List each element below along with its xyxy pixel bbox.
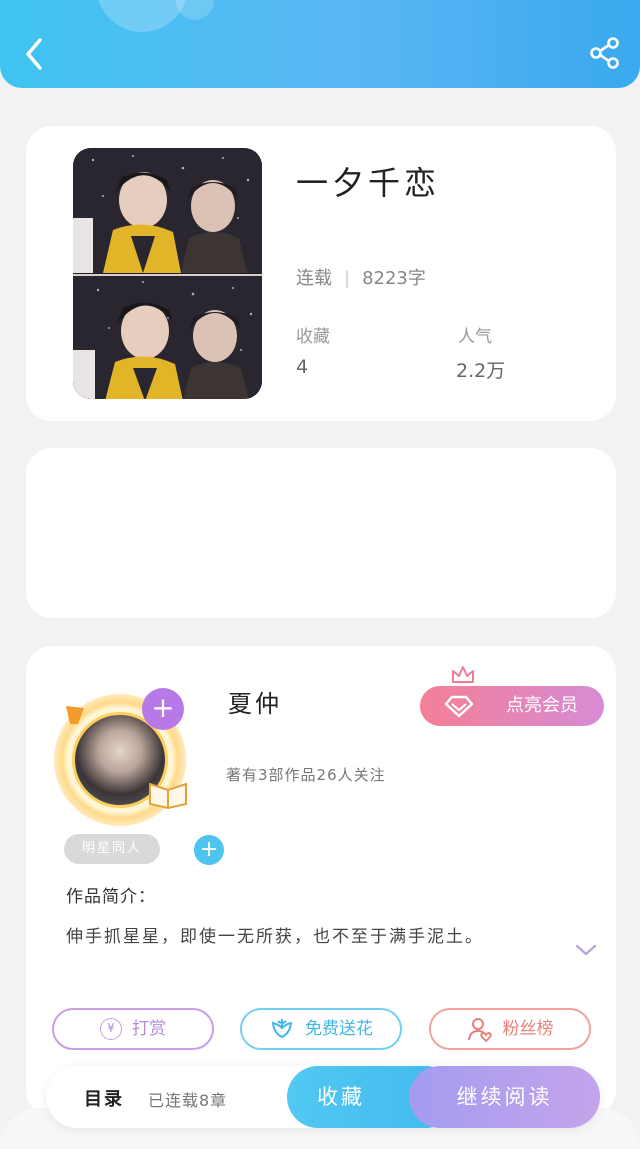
share-button[interactable] [588, 36, 622, 70]
fans-ranking-label: 粉丝榜 [502, 1019, 554, 1039]
author-card: + 夏仲 著有3部作品26人关注 点亮会员 明星同人 + 作品简介： 伸手抓星星… [26, 646, 616, 1116]
send-flower-button[interactable]: 免费送花 [240, 1008, 402, 1050]
yen-icon: ¥ [100, 1018, 122, 1040]
follow-author-button[interactable]: + [142, 688, 184, 730]
decor-bubble [176, 0, 214, 20]
favorites-value: 4 [296, 356, 309, 378]
send-flower-label: 免费送花 [305, 1019, 373, 1039]
reward-label: 打赏 [132, 1019, 166, 1039]
favorites-label: 收藏 [296, 327, 330, 347]
book-title: 一夕千恋 [296, 164, 441, 202]
top-header [0, 0, 640, 88]
table-of-contents-button[interactable]: 目录 [84, 1085, 124, 1111]
diamond-icon [444, 695, 474, 718]
empty-content-card [26, 448, 616, 618]
author-stats: 著有3部作品26人关注 [226, 766, 386, 784]
vip-button-label: 点亮会员 [506, 695, 578, 716]
share-icon [590, 37, 619, 69]
book-badge-icon [149, 782, 187, 810]
popularity-value: 2.2万 [456, 360, 506, 382]
chevron-down-icon[interactable] [574, 942, 598, 958]
vip-button[interactable]: 点亮会员 [420, 666, 604, 726]
book-info-card: 一夕千恋 连载 | 8223字 收藏 4 人气 2.2万 [26, 126, 616, 421]
serial-status: 连载 [296, 268, 332, 289]
book-cover[interactable] [73, 148, 262, 399]
word-count: 8223字 [362, 268, 426, 289]
author-name: 夏仲 [228, 690, 282, 718]
intro-text: 伸手抓星星，即使一无所获，也不至于满手泥土。 [66, 927, 484, 947]
popularity-label: 人气 [458, 327, 492, 347]
reward-button[interactable]: ¥ 打赏 [52, 1008, 214, 1050]
divider: | [344, 268, 351, 289]
crown-icon [452, 666, 474, 683]
bottom-action-bar: 目录 已连载8章 收藏 继续阅读 [46, 1066, 600, 1128]
decor-bubble [96, 0, 188, 32]
continue-reading-button[interactable]: 继续阅读 [409, 1066, 600, 1128]
cover-image-bottom [73, 273, 262, 399]
back-button[interactable] [18, 34, 52, 74]
book-status-line: 连载 | 8223字 [296, 264, 426, 290]
tie-badge-icon [66, 706, 84, 724]
flower-icon [271, 1019, 293, 1039]
fans-ranking-button[interactable]: 粉丝榜 [429, 1008, 591, 1050]
user-heart-icon [467, 1018, 492, 1042]
intro-label: 作品简介： [66, 887, 156, 907]
cover-image-top [73, 148, 262, 274]
genre-tag[interactable]: 明星同人 [64, 834, 161, 864]
add-tag-button[interactable]: + [194, 835, 224, 865]
chevron-left-icon [26, 38, 42, 70]
yen-symbol: ¥ [107, 1021, 115, 1035]
chapter-count: 已连载8章 [148, 1091, 228, 1110]
